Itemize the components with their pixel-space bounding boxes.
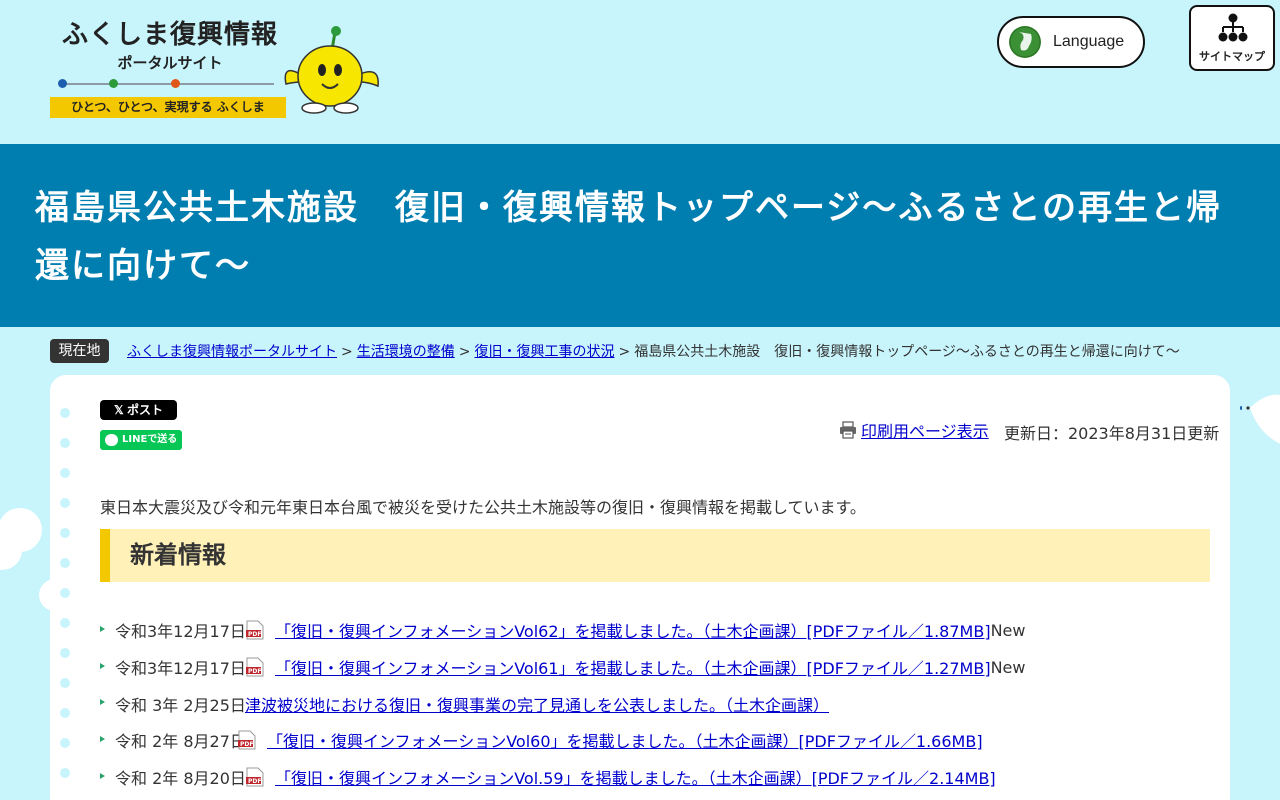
language-label: Language (1053, 33, 1125, 50)
logo-divider (60, 83, 274, 85)
language-button[interactable]: Language (997, 16, 1145, 68)
breadcrumb: ふくしま復興情報ポータルサイト > 生活環境の整備 > 復旧・復興工事の状況 > 福島県公共… (127, 341, 1180, 361)
bird-decoration-icon (1240, 394, 1280, 444)
list-item: 令和 2年 8月27日 PDF 「復旧・復興インフォメーションVol60」を掲載… (100, 722, 1210, 759)
bullet-icon (100, 699, 105, 706)
sitemap-icon (1218, 13, 1248, 42)
print-page-link[interactable]: 印刷用ページ表示 (839, 418, 989, 442)
print-page-label[interactable]: 印刷用ページ表示 (861, 418, 989, 442)
pdf-icon: PDF (245, 620, 265, 640)
new-badge: New (990, 657, 1026, 677)
news-date: 令和 3年 2月25日 (115, 695, 246, 715)
news-link[interactable]: 「復旧・復興インフォメーションVol60」を掲載しました。（土木企画課）[PDF… (267, 728, 983, 752)
sitemap-button[interactable]: サイトマップ (1189, 5, 1275, 71)
svg-text:PDF: PDF (248, 778, 261, 785)
news-date: 令和3年12月17日 (115, 659, 246, 679)
news-link[interactable]: 「復旧・復興インフォメーションVol62」を掲載しました。（土木企画課）[PDF… (275, 618, 991, 642)
page-title: 福島県公共土木施設 復旧・復興情報トップページ～ふるさとの再生と帰還に向けて～ (35, 188, 1222, 286)
news-list: 令和3年12月17日 PDF 「復旧・復興インフォメーションVol62」を掲載し… (100, 612, 1210, 795)
globe-icon (1009, 26, 1041, 58)
logo-subtitle: ポータルサイト (117, 54, 223, 72)
line-share-label: LINEで送る (122, 434, 178, 445)
intro-text: 東日本大震災及び令和元年東日本台風で被災を受けた公共土木施設等の復旧・復興情報を… (100, 498, 866, 517)
list-item: 令和 2年 8月20日 PDF 「復旧・復興インフォメーションVol.59」を掲… (100, 759, 1210, 796)
list-item: 令和3年12月17日 PDF 「復旧・復興インフォメーションVol61」を掲載し… (100, 649, 1210, 686)
logo-title: ふくしま復興情報 (61, 20, 278, 50)
svg-text:PDF: PDF (248, 631, 261, 638)
breadcrumb-separator: > (341, 344, 353, 360)
logo-dot-icon (171, 79, 180, 88)
pdf-icon: PDF (245, 767, 265, 787)
breadcrumb-link-construction[interactable]: 復旧・復興工事の状況 (474, 344, 614, 360)
bullet-icon (100, 662, 105, 669)
bullet-icon (100, 772, 105, 779)
new-badge: New (990, 620, 1026, 640)
news-link[interactable]: 津波被災地における復旧・復興事業の完了見通しを公表しました。（土木企画課） (245, 692, 829, 716)
news-date: 令和 2年 8月27日 (115, 732, 246, 752)
news-date: 令和3年12月17日 (115, 622, 246, 642)
line-icon (105, 434, 118, 446)
breadcrumb-separator: > (618, 344, 631, 360)
updated-date: 更新日：2023年8月31日更新 (1004, 424, 1220, 443)
sitemap-label: サイトマップ (1199, 50, 1265, 63)
mascot-character-icon (284, 26, 379, 114)
breadcrumb-separator: > (458, 344, 471, 360)
pdf-icon: PDF (237, 730, 257, 750)
news-link[interactable]: 「復旧・復興インフォメーションVol61」を掲載しました。（土木企画課）[PDF… (275, 655, 991, 679)
section-heading-news: 新着情報 (100, 529, 1210, 582)
logo-dot-icon (58, 79, 67, 88)
logo-dot-icon (109, 79, 118, 88)
decorative-dots (60, 408, 70, 800)
bullet-icon (100, 736, 105, 743)
pdf-icon: PDF (245, 657, 265, 677)
site-header: ふくしま復興情報 ポータルサイト ひとつ、ひとつ、実現する ふくしま Langu… (0, 0, 1280, 144)
site-logo[interactable]: ふくしま復興情報 ポータルサイト ひとつ、ひとつ、実現する ふくしま (50, 14, 290, 120)
breadcrumb-label: 現在地 (50, 339, 109, 363)
x-post-button[interactable]: 𝕏 ポスト (100, 400, 177, 420)
logo-tagline: ひとつ、ひとつ、実現する ふくしま (50, 97, 286, 118)
svg-text:PDF: PDF (240, 741, 253, 748)
printer-icon (840, 421, 856, 439)
list-item: 令和 3年 2月25日 津波被災地における復旧・復興事業の完了見通しを公表しまし… (100, 685, 1210, 722)
bullet-icon (100, 626, 105, 632)
breadcrumb-link-living[interactable]: 生活環境の整備 (357, 344, 455, 360)
news-link[interactable]: 「復旧・復興インフォメーションVol.59」を掲載しました。（土木企画課）[PD… (275, 765, 996, 789)
breadcrumb-link-portal[interactable]: ふくしま復興情報ポータルサイト (127, 344, 337, 360)
list-item: 令和3年12月17日 PDF 「復旧・復興インフォメーションVol62」を掲載し… (100, 612, 1210, 649)
breadcrumb-current: 福島県公共土木施設 復旧・復興情報トップページ～ふるさとの再生と帰還に向けて～ (634, 344, 1180, 360)
line-share-button[interactable]: LINEで送る (100, 430, 182, 450)
svg-text:PDF: PDF (248, 668, 261, 675)
news-date: 令和 2年 8月20日 (115, 769, 246, 789)
